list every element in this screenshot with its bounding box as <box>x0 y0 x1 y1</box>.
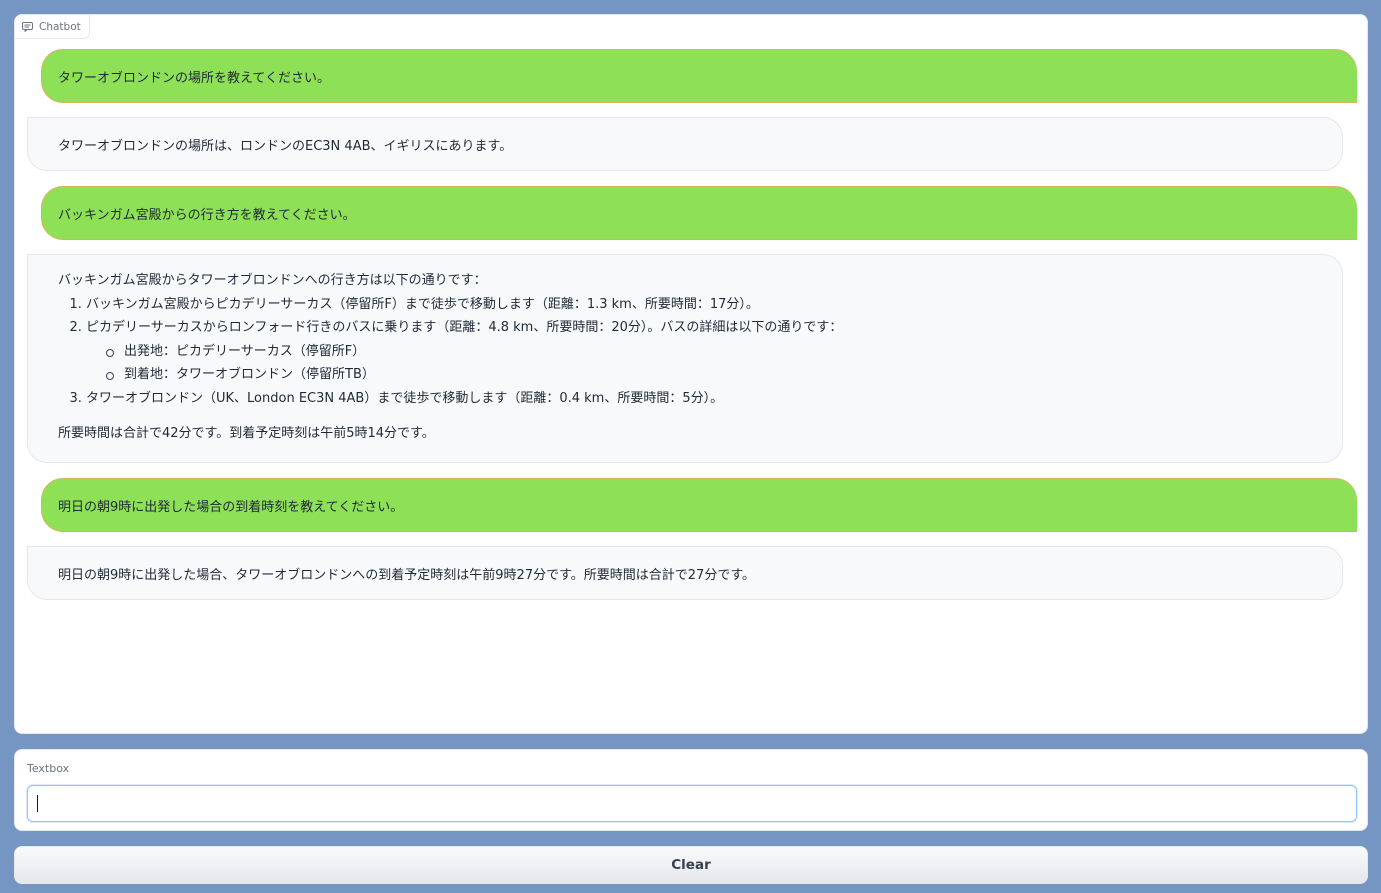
bot-message: タワーオブロンドンの場所は、ロンドンのEC3N 4AB、イギリスにあります。 <box>27 117 1343 171</box>
route-step-text: タワーオブロンドン（UK、London EC3N 4AB）まで徒歩で移動します（… <box>86 390 724 406</box>
route-step-text: バッキンガム宮殿からピカデリーサーカス（停留所F）まで徒歩で移動します（距離：1… <box>86 296 759 312</box>
textbox-panel: Textbox <box>14 749 1368 831</box>
bot-message-total: 所要時間は合計で42分です。到着予定時刻は午前5時14分です。 <box>58 426 435 441</box>
user-message-text: 明日の朝9時に出発した場合の到着時刻を教えてください。 <box>58 499 404 515</box>
chat-bubble-icon <box>22 21 33 32</box>
route-step: タワーオブロンドン（UK、London EC3N 4AB）まで徒歩で移動します（… <box>86 387 1312 411</box>
user-message-text: タワーオブロンドンの場所を教えてください。 <box>58 70 330 86</box>
clear-button[interactable]: Clear <box>14 846 1368 884</box>
route-step-text: ピカデリーサーカスからロンフォード行きのバスに乗ります（距離：4.8 km、所要… <box>86 320 843 335</box>
bus-detail-item: 出発地：ピカデリーサーカス（停留所F） <box>106 340 1312 364</box>
route-steps-list: バッキンガム宮殿からピカデリーサーカス（停留所F）まで徒歩で移動します（距離：1… <box>86 293 1312 411</box>
bus-details-list: 出発地：ピカデリーサーカス（停留所F） 到着地：タワーオブロンドン（停留所TB） <box>106 340 1312 387</box>
text-cursor <box>37 795 38 812</box>
bot-message: バッキンガム宮殿からタワーオブロンドンへの行き方は以下の通りです： バッキンガム… <box>27 254 1343 463</box>
message-input[interactable] <box>27 785 1357 822</box>
user-message-text: バッキンガム宮殿からの行き方を教えてください。 <box>58 207 356 223</box>
user-message: バッキンガム宮殿からの行き方を教えてください。 <box>41 186 1357 240</box>
user-message: 明日の朝9時に出発した場合の到着時刻を教えてください。 <box>41 478 1357 532</box>
chatbot-label: Chatbot <box>15 15 90 39</box>
bus-detail-item: 到着地：タワーオブロンドン（停留所TB） <box>106 363 1312 387</box>
bot-message: 明日の朝9時に出発した場合、タワーオブロンドンへの到着予定時刻は午前9時27分で… <box>27 546 1343 600</box>
route-step: バッキンガム宮殿からピカデリーサーカス（停留所F）まで徒歩で移動します（距離：1… <box>86 293 1312 317</box>
bot-message-intro: バッキンガム宮殿からタワーオブロンドンへの行き方は以下の通りです： <box>58 273 487 288</box>
route-step: ピカデリーサーカスからロンフォード行きのバスに乗ります（距離：4.8 km、所要… <box>86 316 1312 387</box>
bot-message-text: 明日の朝9時に出発した場合、タワーオブロンドンへの到着予定時刻は午前9時27分で… <box>58 567 756 583</box>
chatbot-panel: タワーオブロンドンの場所を教えてください。 タワーオブロンドンの場所は、ロンドン… <box>14 14 1368 734</box>
chatbot-label-text: Chatbot <box>39 20 81 33</box>
textbox-label: Textbox <box>27 762 70 775</box>
bot-message-text: タワーオブロンドンの場所は、ロンドンのEC3N 4AB、イギリスにあります。 <box>58 138 513 154</box>
user-message: タワーオブロンドンの場所を教えてください。 <box>41 49 1357 103</box>
